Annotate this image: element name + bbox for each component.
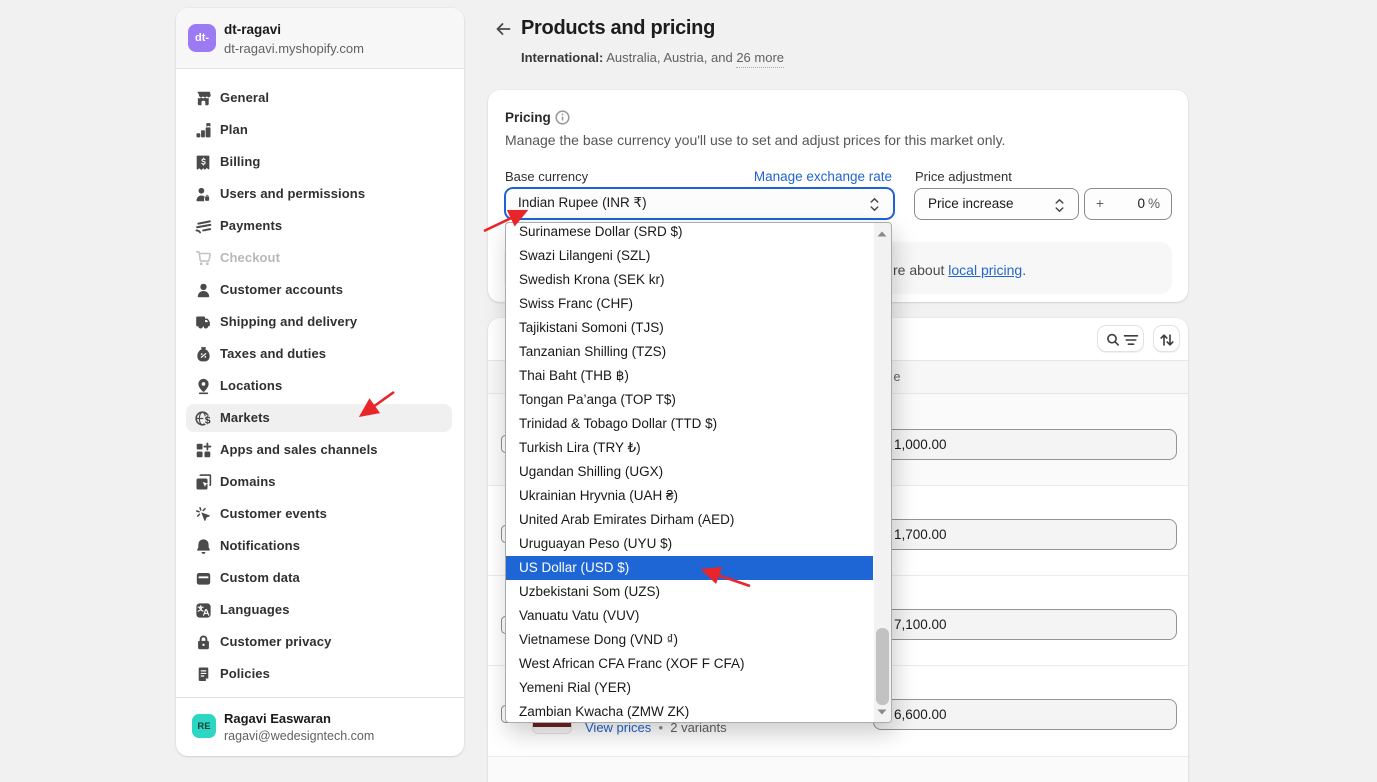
svg-text:$: $ [205,415,211,426]
